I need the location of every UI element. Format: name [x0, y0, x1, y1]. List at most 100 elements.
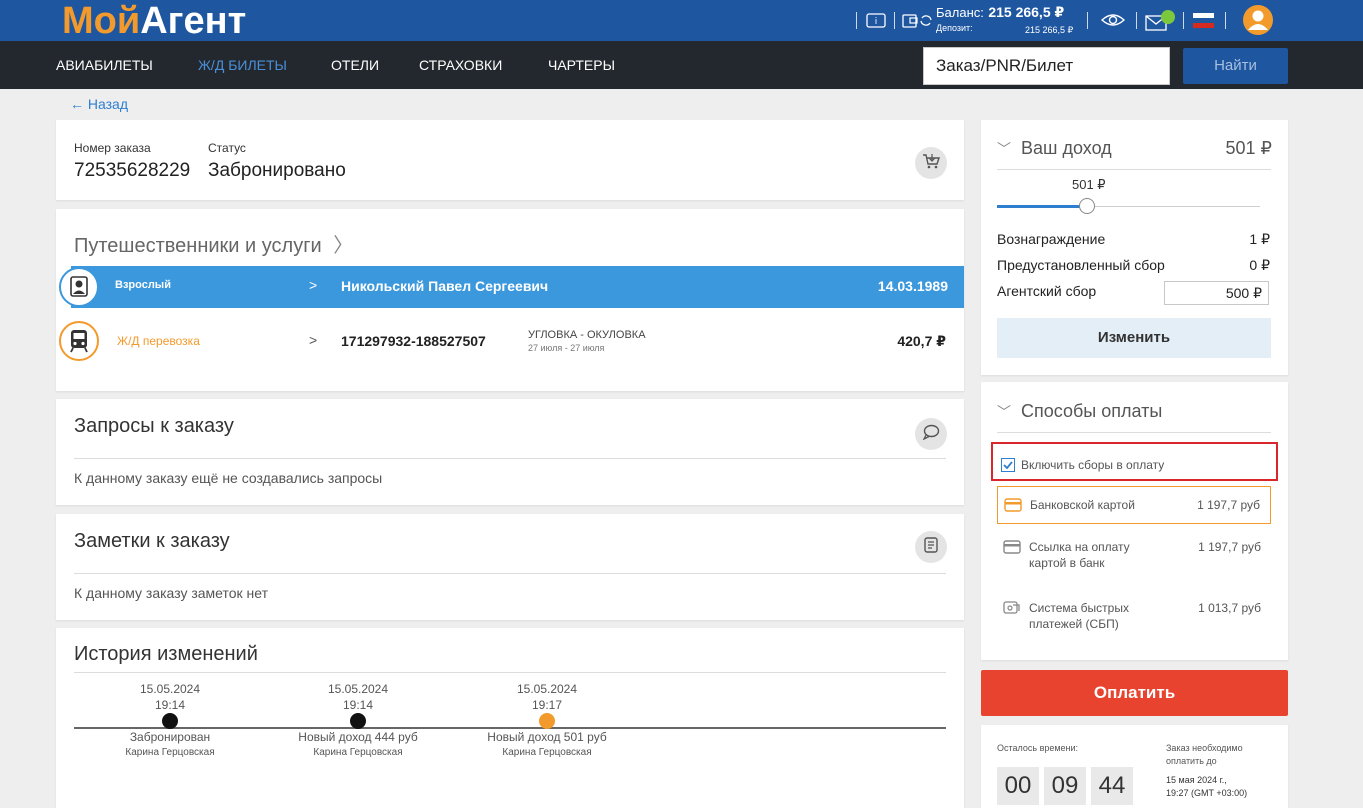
notes-title: Заметки к заказу	[74, 530, 230, 552]
eye-icon[interactable]	[1100, 11, 1126, 34]
svg-text:i: i	[875, 17, 878, 27]
notes-empty-text: К данному заказу заметок нет	[74, 585, 269, 601]
service-row-train[interactable]: Ж/Д перевозка > 171297932-188527507 УГЛО…	[59, 321, 964, 363]
order-number-label: Номер заказа	[74, 141, 151, 155]
logo[interactable]: МойАгент	[62, 0, 246, 44]
order-search-input[interactable]: Заказ/PNR/Билет	[923, 47, 1170, 85]
include-fees-label: Включить сборы в оплату	[1021, 458, 1165, 472]
travelers-title[interactable]: Путешественники и услуги 〉	[74, 229, 353, 258]
history-event-2: 15.05.2024 19:14 Новый доход 444 руб Кар…	[298, 682, 418, 758]
ticket-number: 171297932-188527507	[341, 333, 486, 349]
timer-card: Осталось времени: 00 09 44 Заказ необход…	[981, 725, 1288, 808]
chevron-down-icon: ﹀	[997, 141, 1011, 157]
agent-fee-input[interactable]: 500 ₽	[1164, 281, 1269, 305]
person-avatar	[59, 267, 99, 307]
timer-hours: 00	[997, 767, 1039, 805]
balance-value: 215 266,5 ₽	[988, 4, 1065, 20]
divider	[894, 12, 895, 29]
nav-item-flights[interactable]: АВИАБИЛЕТЫ	[56, 41, 153, 89]
notes-card: Заметки к заказу К данному заказу замето…	[56, 514, 964, 620]
payment-method-link[interactable]: Ссылка на оплату картой в банк 1 197,7 р…	[997, 532, 1271, 578]
status-value: Забронировано	[208, 160, 346, 181]
cart-button[interactable]	[915, 147, 947, 179]
payment-method-card[interactable]: Банковской картой 1 197,7 руб	[997, 486, 1271, 524]
requests-card: Запросы к заказу К данному заказу ещё не…	[56, 399, 964, 505]
nav-item-charters[interactable]: ЧАРТЕРЫ	[548, 41, 615, 89]
status-label: Статус	[208, 141, 246, 155]
reward-label: Вознаграждение	[997, 231, 1106, 247]
nav-item-hotels[interactable]: ОТЕЛИ	[331, 41, 379, 89]
service-price: 420,7 ₽	[897, 333, 946, 349]
income-total: 501 ₽	[1225, 138, 1273, 158]
add-request-button[interactable]	[915, 418, 947, 450]
history-title: История изменений	[74, 643, 258, 665]
top-bar: МойАгент i Баланс: 215 266,5 ₽ Депозит: …	[0, 0, 1363, 44]
travelers-card: Путешественники и услуги 〉 Взрослый > Ни…	[56, 209, 964, 391]
traveler-name: Никольский Павел Сергеевич	[341, 278, 549, 294]
chevron-right-icon: >	[309, 277, 318, 293]
travel-dates: 27 июля - 27 июля	[528, 343, 605, 353]
income-title[interactable]: ﹀ Ваш доход	[997, 138, 1112, 159]
change-income-button[interactable]: Изменить	[997, 318, 1271, 358]
route: УГЛОВКА - ОКУЛОВКА	[528, 329, 646, 341]
payment-method-sbp[interactable]: Система быстрых платежей (СБП) 1 013,7 р…	[997, 593, 1271, 639]
traveler-row-adult[interactable]: Взрослый > Никольский Павел Сергеевич 14…	[59, 266, 964, 308]
credit-card-icon	[1004, 498, 1022, 517]
order-number-value: 72535628229	[74, 160, 191, 181]
train-icon	[70, 330, 88, 353]
person-icon	[70, 276, 88, 297]
divider	[74, 458, 946, 459]
divider	[997, 432, 1271, 433]
cart-icon	[922, 153, 940, 174]
divider	[74, 672, 946, 673]
credit-card-icon	[1003, 540, 1021, 559]
note-icon	[924, 536, 938, 558]
find-button[interactable]: Найти	[1183, 48, 1288, 84]
payment-title[interactable]: ﹀ Способы оплаты	[997, 401, 1162, 422]
wallet-icon[interactable]	[902, 12, 919, 34]
history-card: История изменений 15.05.2024 19:14 Забро…	[56, 628, 964, 808]
remaining-label: Осталось времени:	[997, 743, 1079, 753]
mail-icon[interactable]	[1145, 9, 1179, 38]
income-slider-fill	[997, 205, 1085, 208]
nav-item-trains[interactable]: Ж/Д БИЛЕТЫ	[198, 41, 287, 89]
refresh-icon[interactable]	[919, 12, 933, 34]
russian-flag-icon[interactable]	[1193, 13, 1214, 33]
include-fees-checkbox[interactable]	[1001, 458, 1015, 472]
slider-value-label: 501 ₽	[1072, 177, 1106, 192]
user-avatar-icon[interactable]	[1242, 4, 1274, 41]
history-event-1: 15.05.2024 19:14 Забронирован Карина Гер…	[125, 682, 215, 758]
sbp-icon	[1003, 599, 1021, 620]
back-link[interactable]: ← Назад	[70, 96, 128, 112]
timer-minutes: 09	[1044, 767, 1086, 805]
requests-empty-text: К данному заказу ещё не создавались запр…	[74, 470, 383, 486]
chat-bubble-icon	[922, 424, 940, 445]
reward-value: 1 ₽	[1249, 231, 1270, 247]
divider	[856, 12, 857, 29]
add-note-button[interactable]	[915, 531, 947, 563]
agent-fee-label: Агентский сбор	[997, 283, 1097, 299]
deadline-block: Заказ необходимо оплатить до 15 мая 2024…	[1166, 743, 1248, 798]
pay-button[interactable]: Оплатить	[981, 670, 1288, 716]
divider	[1136, 12, 1137, 29]
timeline-dot	[350, 713, 366, 729]
order-info-card: Номер заказа 72535628229 Статус Забронир…	[56, 120, 964, 200]
timer-seconds: 44	[1091, 767, 1133, 805]
divider	[1183, 12, 1184, 29]
timeline-dot-current	[539, 713, 555, 729]
traveler-type: Взрослый	[115, 279, 171, 291]
deposit-value: 215 266,5 ₽	[1025, 25, 1074, 35]
divider	[1225, 12, 1226, 29]
chevron-right-icon: 〉	[333, 235, 354, 257]
divider	[74, 573, 946, 574]
income-slider-handle[interactable]	[1079, 198, 1095, 214]
payment-methods-card: ﹀ Способы оплаты Включить сборы в оплату …	[981, 382, 1288, 660]
balance-block: Баланс: 215 266,5 ₽ Депозит: 215 266,5 ₽	[936, 4, 1073, 35]
income-card: ﹀ Ваш доход 501 ₽ 501 ₽ Вознаграждение 1 …	[981, 120, 1288, 375]
info-card-icon[interactable]: i	[866, 12, 886, 34]
nav-item-insurance[interactable]: СТРАХОВКИ	[419, 41, 502, 89]
checkmark-icon	[1003, 461, 1013, 470]
service-type: Ж/Д перевозка	[117, 334, 200, 348]
requests-title: Запросы к заказу	[74, 415, 234, 437]
train-avatar	[59, 321, 99, 361]
